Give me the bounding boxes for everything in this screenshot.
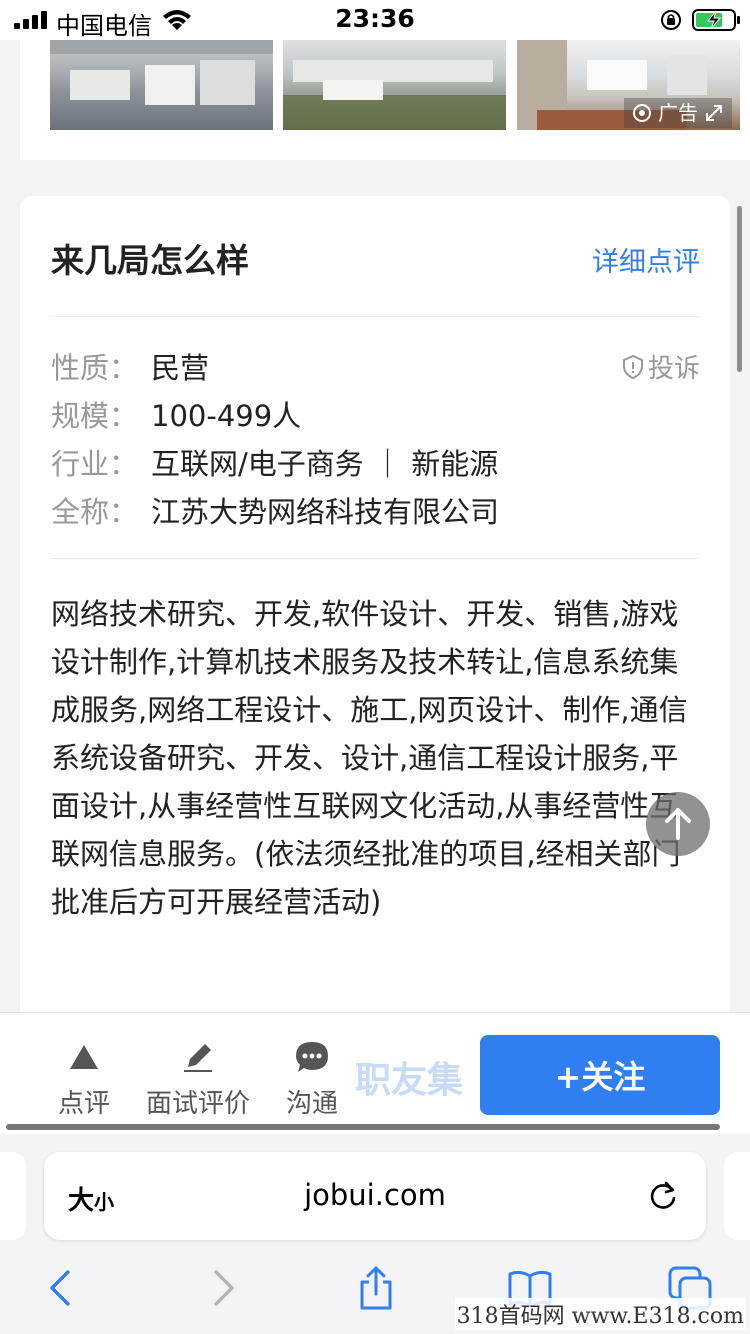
review-label: 点评 [58,1089,111,1119]
battery-charging-icon [692,9,740,31]
shield-warning-icon [622,354,643,379]
divider [51,558,700,559]
info-value: 江苏大势网络科技有限公司 [151,495,500,529]
triangle-icon [70,1045,98,1069]
corner-watermark: 318首码网 www.E318.com [454,1298,746,1330]
card-title: 来几局怎么样 [51,241,249,280]
ad-label-text: 广告 [658,101,698,125]
forward-icon[interactable] [200,1266,244,1310]
office-photo-1[interactable] [50,40,273,130]
scroll-indicator[interactable] [737,206,742,372]
divider [51,316,700,317]
clock-time: 23:36 [335,4,415,33]
office-photo-2[interactable] [283,40,506,130]
info-key: 全称： [51,495,139,529]
url-text[interactable]: jobui.com [44,1178,706,1212]
report-button[interactable]: 投诉 [622,348,700,385]
office-photo-3[interactable]: 广告 [517,40,740,130]
info-value: 民营 [151,351,210,385]
page-scroll-line [6,1124,720,1130]
expand-icon[interactable] [704,103,724,123]
ad-label[interactable]: 广告 [624,98,732,128]
pencil-icon [184,1044,212,1072]
chat-button[interactable]: 沟通 [286,1039,338,1120]
detail-review-link[interactable]: 详细点评 [592,240,700,279]
chat-bubble-icon [296,1042,328,1072]
reload-icon[interactable] [646,1178,680,1214]
info-row-scale: 规模： 100-499人 [51,394,301,434]
report-label: 投诉 [647,354,700,384]
interview-review-button[interactable]: 面试评价 [146,1039,250,1120]
chat-label: 沟通 [286,1089,339,1119]
info-row-fullname: 全称： 江苏大势网络科技有限公司 [51,490,499,530]
info-row-nature: 性质： 民营 [51,346,209,386]
bottom-action-bar: 点评 面试评价 沟通 职友集 +关注 [0,1012,750,1134]
back-icon[interactable] [40,1266,84,1310]
status-bar: 中国电信 23:36 [0,0,750,40]
back-to-top-button[interactable] [646,792,710,856]
ad-banner[interactable]: 广告 [20,40,750,160]
interview-review-label: 面试评价 [146,1089,251,1119]
browser-toolbar: 大小 jobui.com 318首码网 www.E318.com [0,1136,750,1334]
previous-tab-edge[interactable] [0,1152,26,1240]
ad-eye-icon [633,104,651,122]
info-key: 规模： [51,399,139,433]
review-button[interactable]: 点评 [58,1039,110,1120]
info-row-industry: 行业： 互联网/电子商务 ｜ 新能源 [51,442,498,482]
share-icon[interactable] [354,1266,398,1310]
rotation-lock-icon [661,10,681,30]
address-bar[interactable]: 大小 jobui.com [44,1152,706,1240]
info-key: 性质： [51,351,139,385]
arrow-up-icon [665,808,691,840]
info-key: 行业： [51,447,139,481]
company-info-card: 来几局怎么样 详细点评 性质： 民营 投诉 规模： 100-499人 行业： 互… [20,196,730,1026]
follow-button[interactable]: +关注 [480,1035,720,1115]
next-tab-edge[interactable] [724,1152,750,1240]
brand-watermark: 职友集 [355,1060,464,1101]
info-value: 互联网/电子商务 ｜ 新能源 [151,447,499,481]
business-scope-text: 网络技术研究、开发,软件设计、开发、销售,游戏设计制作,计算机技术服务及技术转让… [51,597,688,919]
info-value: 100-499人 [151,399,302,433]
